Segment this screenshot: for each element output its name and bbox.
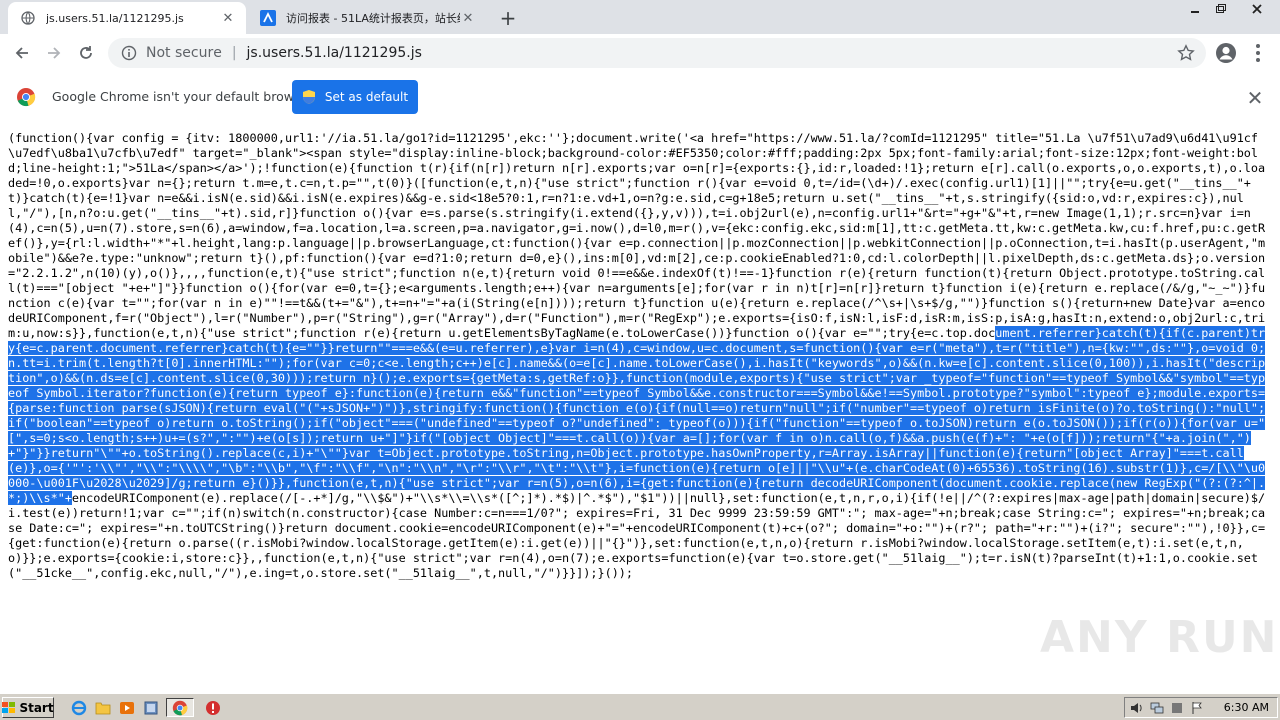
- 51la-logo-icon: [260, 10, 276, 26]
- media-player-icon[interactable]: [116, 698, 138, 717]
- chrome-taskbar-icon[interactable]: [166, 698, 194, 717]
- taskbar-clock: 6:30 AM: [1223, 701, 1269, 714]
- start-label: Start: [19, 700, 54, 715]
- reload-button[interactable]: [74, 41, 98, 65]
- uac-shield-icon: [302, 89, 316, 105]
- tab-close-icon[interactable]: ✕: [220, 10, 236, 26]
- url-text[interactable]: js.users.51.la/1121295.js: [247, 45, 422, 61]
- browser-toolbar: Not securе | js.users.51.la/1121295.js: [0, 34, 1280, 73]
- tray-app-icon[interactable]: [1169, 700, 1185, 716]
- anyrun-watermark: ANY RUN: [1040, 612, 1279, 663]
- bookmark-star-icon[interactable]: [1176, 43, 1196, 63]
- address-separator: |: [231, 45, 237, 61]
- kebab-menu-icon[interactable]: [1248, 41, 1268, 65]
- tab-title: js.users.51.la/1121295.js: [46, 11, 184, 25]
- ie-icon[interactable]: [68, 698, 90, 717]
- code-before-selection: (function(){var config = {itv: 1800000,u…: [8, 131, 1266, 340]
- default-browser-infobar: Google Chrome isn't your default browser…: [0, 72, 1280, 123]
- volume-icon[interactable]: [1129, 700, 1145, 716]
- tab-js-file[interactable]: js.users.51.la/1121295.js ✕: [8, 2, 246, 34]
- tab-title: 访问报表 - 51LA统计报表页，站长统计: [286, 12, 460, 25]
- tab-51la-report[interactable]: 访问报表 - 51LA统计报表页，站长统计 ✕: [248, 2, 486, 34]
- new-tab-button[interactable]: +: [496, 6, 520, 30]
- set-as-default-label: Set as default: [324, 90, 409, 104]
- close-window-icon[interactable]: [1238, 0, 1276, 18]
- stop-sign-icon[interactable]: [202, 698, 224, 717]
- globe-icon: [20, 10, 36, 26]
- restore-icon[interactable]: [1208, 0, 1234, 18]
- forward-button[interactable]: [42, 41, 66, 65]
- info-icon[interactable]: [118, 45, 140, 61]
- action-center-flag-icon[interactable]: [1189, 700, 1205, 716]
- close-icon[interactable]: ✕: [1244, 86, 1266, 110]
- js-source-text[interactable]: (function(){var config = {itv: 1800000,u…: [8, 131, 1272, 581]
- page-content: (function(){var config = {itv: 1800000,u…: [0, 122, 1280, 693]
- set-as-default-button[interactable]: Set as default: [292, 80, 418, 114]
- selected-code[interactable]: ument.referrer}catch(t){if(c.parent)try{…: [8, 326, 1266, 505]
- address-bar[interactable]: Not securе | js.users.51.la/1121295.js: [108, 38, 1206, 68]
- minimize-icon[interactable]: [1183, 0, 1209, 18]
- tab-strip: js.users.51.la/1121295.js ✕ 访问报表 - 51LA统…: [0, 0, 1280, 34]
- chrome-logo-icon: [16, 87, 36, 111]
- security-label: Not securе: [146, 45, 222, 61]
- system-tray: 6:30 AM: [1124, 697, 1278, 718]
- network-icon[interactable]: [1149, 700, 1165, 716]
- media-icon[interactable]: [140, 698, 162, 717]
- tab-close-icon[interactable]: ✕: [460, 10, 476, 26]
- code-after-selection: encodeURIComponent(e).replace(/[-.+*]/g,…: [8, 491, 1266, 580]
- windows-flag-icon: [2, 701, 16, 714]
- windows-taskbar: Start 6:30 AM: [0, 693, 1280, 720]
- profile-avatar-icon[interactable]: [1214, 41, 1238, 65]
- start-button[interactable]: Start: [2, 697, 54, 718]
- folder-icon[interactable]: [92, 698, 114, 717]
- infobar-message: Google Chrome isn't your default browser: [52, 89, 314, 104]
- back-button[interactable]: [10, 41, 34, 65]
